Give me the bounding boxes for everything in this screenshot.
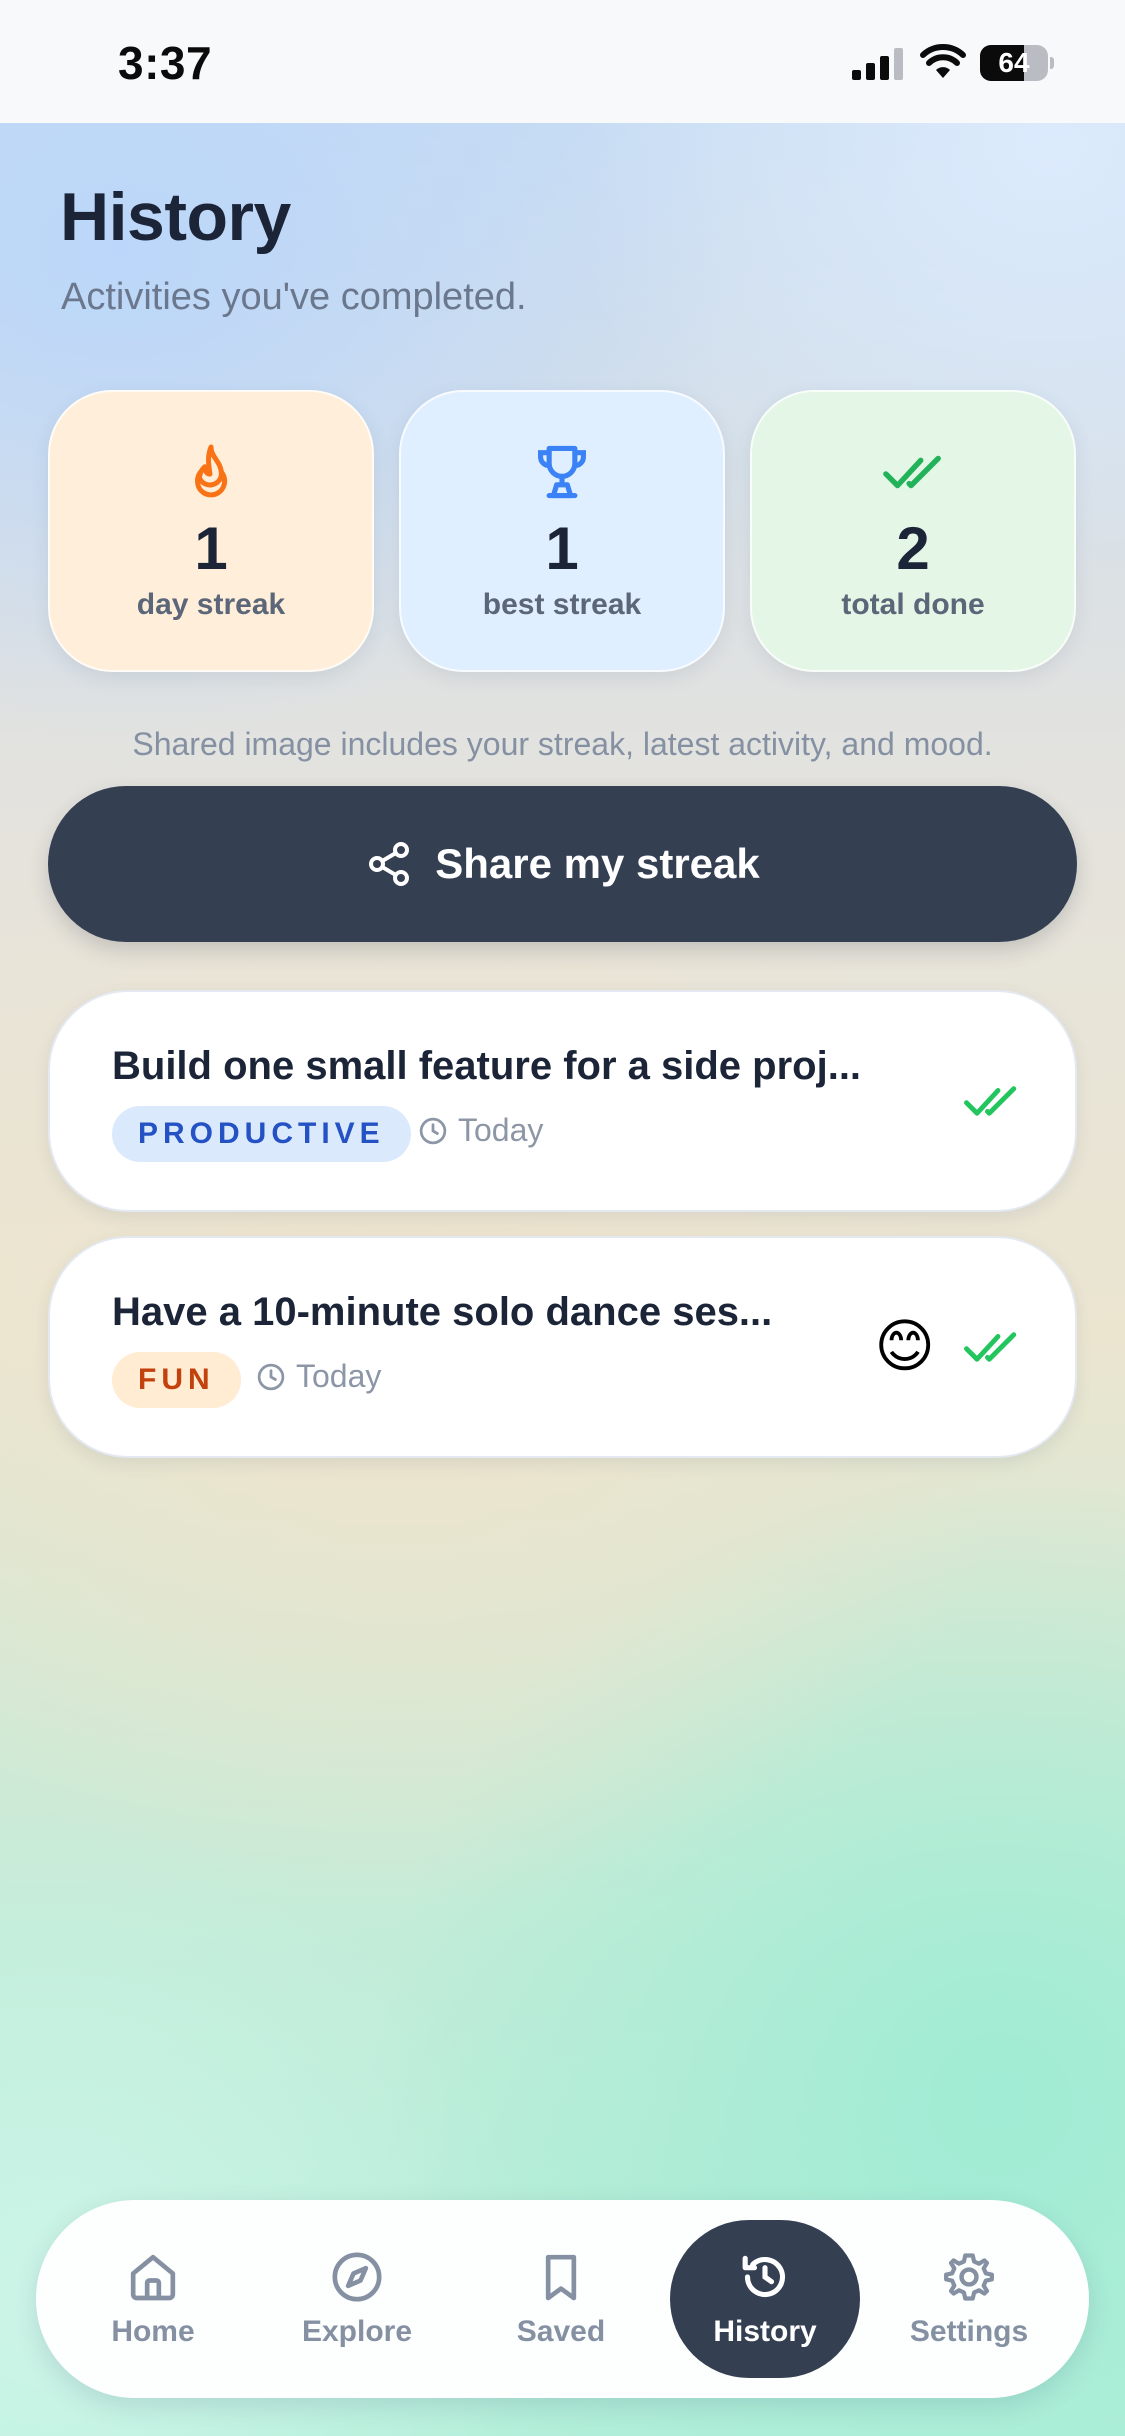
stat-card-best-streak: 1 best streak xyxy=(399,390,725,672)
activity-time: Today xyxy=(418,1112,543,1149)
nav-label-explore: Explore xyxy=(301,2315,413,2348)
day-streak-value: 1 xyxy=(194,515,228,582)
nav-label-history: History xyxy=(713,2315,817,2348)
bottom-nav: Home Explore Saved History Settings xyxy=(36,2200,1089,2398)
share-streak-button[interactable]: Share my streak xyxy=(48,786,1077,942)
activity-time-label: Today xyxy=(296,1358,382,1394)
nav-label-home: Home xyxy=(111,2315,195,2348)
gear-icon xyxy=(944,2253,994,2301)
total-done-value: 2 xyxy=(896,515,930,582)
stat-card-total-done: 2 total done xyxy=(750,390,1076,672)
bookmark-icon xyxy=(545,2254,577,2301)
nav-item-explore[interactable]: Explore xyxy=(262,2220,452,2378)
nav-item-history[interactable]: History xyxy=(670,2220,860,2378)
best-streak-value: 1 xyxy=(545,515,579,582)
category-tag: FUN xyxy=(112,1352,241,1408)
share-button-label: Share my streak xyxy=(435,840,760,887)
nav-label-settings: Settings xyxy=(909,2315,1029,2348)
page-title: History xyxy=(60,179,291,255)
day-streak-label: day streak xyxy=(136,588,286,621)
best-streak-label: best streak xyxy=(482,588,642,621)
status-bar: 3:37 64 xyxy=(0,0,1125,123)
total-done-label: total done xyxy=(841,588,985,621)
page-subtitle: Activities you've completed. xyxy=(61,276,527,318)
home-icon xyxy=(130,2254,176,2301)
double-check-icon xyxy=(964,1332,1017,1362)
category-tag: PRODUCTIVE xyxy=(112,1106,411,1162)
nav-item-home[interactable]: Home xyxy=(58,2220,248,2378)
status-time: 3:37 xyxy=(118,37,213,89)
nav-item-settings[interactable]: Settings xyxy=(874,2220,1064,2378)
trophy-icon xyxy=(538,445,586,499)
activity-time: Today xyxy=(256,1358,381,1395)
activity-card[interactable]: Have a 10-minute solo dance ses... FUN T… xyxy=(48,1236,1077,1458)
clock-icon xyxy=(419,1117,447,1144)
share-icon xyxy=(369,842,410,886)
battery-percent: 64 xyxy=(998,47,1030,78)
compass-icon xyxy=(332,2252,382,2302)
double-check-icon xyxy=(883,455,941,489)
signal-icon xyxy=(852,48,903,80)
share-note: Shared image includes your streak, lates… xyxy=(132,726,993,762)
history-icon xyxy=(742,2255,786,2298)
nav-label-saved: Saved xyxy=(516,2315,606,2348)
clock-icon xyxy=(257,1363,285,1390)
activity-time-label: Today xyxy=(458,1112,544,1148)
activity-title: Have a 10-minute solo dance ses... xyxy=(112,1290,773,1334)
activity-title: Build one small feature for a side proj.… xyxy=(112,1044,862,1088)
double-check-icon xyxy=(964,1086,1017,1116)
wifi-icon xyxy=(920,44,966,78)
stat-card-day-streak: 1 day streak xyxy=(48,390,374,672)
nav-item-saved[interactable]: Saved xyxy=(466,2220,656,2378)
flame-icon xyxy=(194,444,228,498)
activity-card[interactable]: Build one small feature for a side proj.… xyxy=(48,990,1077,1212)
battery-indicator: 64 xyxy=(980,45,1054,81)
mood-emoji: 😊 xyxy=(874,1314,935,1379)
